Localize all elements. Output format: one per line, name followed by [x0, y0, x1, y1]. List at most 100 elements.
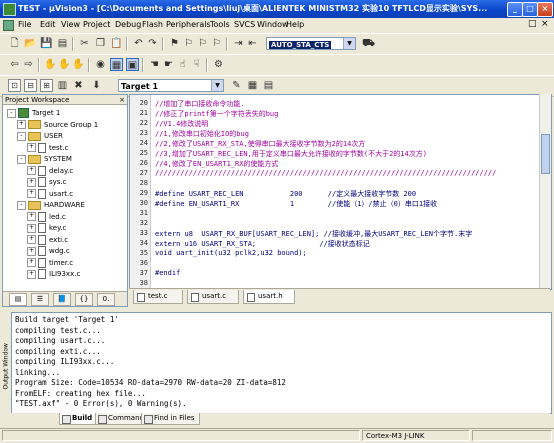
file-tab-usart-h[interactable]: usart.h — [243, 290, 295, 304]
chevron-down-icon[interactable]: ▼ — [211, 80, 223, 91]
code-editor[interactable]: 20 21 22 23 24 25 26 27 28 29 30 31 32 33 34 35 36 37 38 /… — [129, 94, 552, 290]
books-tab-icon[interactable]: 📘 — [53, 293, 71, 306]
save-icon[interactable]: 💾 — [40, 37, 53, 50]
minimize-button[interactable]: _ — [507, 2, 523, 17]
disable-breakpoint-icon[interactable]: ✋ — [72, 58, 85, 71]
chevron-down-icon[interactable]: ▼ — [343, 38, 355, 49]
expand-icon[interactable]: + — [27, 269, 36, 279]
menu-window[interactable]: Window — [257, 20, 289, 29]
tab-build[interactable]: Build — [59, 413, 98, 425]
enable-breakpoint-icon[interactable]: ✋ — [58, 58, 71, 71]
hand-icon[interactable]: ☛ — [162, 58, 175, 71]
tree-item-timer-c[interactable]: + timer.c — [27, 257, 73, 268]
tree-item-ili93xx-c[interactable]: + ILI93xx.c — [27, 269, 80, 279]
close-doc-icon[interactable]: × — [541, 19, 549, 29]
redo-icon[interactable]: ↷ — [146, 37, 159, 50]
bookmark-prev-icon[interactable]: ⚐ — [182, 37, 195, 50]
manage-components-icon[interactable]: ▦ — [246, 79, 259, 92]
build-icon[interactable]: ⊟ — [24, 79, 37, 92]
tree-item-delay-c[interactable]: + delay.c — [27, 165, 73, 176]
file-extensions-icon[interactable]: ▤ — [262, 79, 275, 92]
bookmark-clear-icon[interactable]: ⚐ — [210, 37, 223, 50]
expand-icon[interactable]: + — [27, 212, 36, 221]
expand-icon[interactable]: + — [17, 120, 26, 129]
find-combo[interactable]: AUTO_STA_CTS ▼ — [266, 37, 356, 50]
tree-item-target-1[interactable]: - Target 1 — [7, 108, 60, 118]
configure-icon[interactable]: ⚙ — [212, 58, 225, 71]
debug-session-icon[interactable]: ◉ — [94, 58, 107, 71]
expand-icon[interactable]: + — [27, 177, 36, 187]
close-button[interactable]: × — [537, 2, 553, 17]
menu-flash[interactable]: Flash — [142, 20, 163, 29]
target-options-icon[interactable]: ✎ — [230, 79, 243, 92]
menu-file[interactable]: File — [18, 20, 31, 29]
rebuild-icon[interactable]: ⊞ — [40, 79, 53, 92]
arrow-left-icon[interactable]: ⇦ — [8, 58, 21, 71]
tree-item-usart-c[interactable]: + usart.c — [27, 188, 73, 199]
tree-item-source-group-1[interactable]: + Source Group 1 — [17, 120, 98, 130]
tree-item-system[interactable]: - SYSTEM — [17, 154, 72, 164]
expand-icon[interactable]: + — [27, 189, 36, 198]
hand-icon[interactable]: ☚ — [148, 58, 161, 71]
close-icon[interactable]: × — [119, 95, 125, 105]
open-folder-icon[interactable]: 📂 — [24, 37, 37, 50]
tree-item-key-c[interactable]: + key.c — [27, 223, 66, 233]
stop-build-icon[interactable]: ✖ — [72, 79, 85, 92]
hand-icon[interactable]: ☝ — [176, 58, 189, 71]
hand-icon[interactable]: ☟ — [190, 58, 203, 71]
translate-icon[interactable]: ⊡ — [8, 79, 21, 92]
tree-item-sys-c[interactable]: + sys.c — [27, 177, 67, 187]
expand-icon[interactable]: + — [27, 143, 36, 152]
new-file-icon[interactable]: 🗋 — [8, 37, 21, 50]
arrow-right-icon[interactable]: ⇨ — [22, 58, 35, 71]
debug-window-icon[interactable]: ▦ — [110, 58, 123, 71]
paste-icon[interactable]: 📋 — [110, 37, 123, 50]
file-tab-usart-c[interactable]: usart.c — [187, 290, 239, 304]
tree-item-wdg-c[interactable]: + wdg.c — [27, 246, 70, 256]
tree-item-led-c[interactable]: + led.c — [27, 211, 66, 222]
tree-item-hardware[interactable]: - HARDWARE — [17, 200, 85, 210]
tree-item-user[interactable]: - USER — [17, 131, 63, 141]
menu-debug[interactable]: Debug — [115, 20, 141, 29]
tab-find-in-files[interactable]: Find in Files — [141, 413, 200, 425]
menu-project[interactable]: Project — [83, 20, 110, 29]
expand-icon[interactable]: + — [27, 258, 36, 267]
expand-icon[interactable]: + — [27, 235, 36, 244]
templates-tab-icon[interactable]: 0. — [97, 293, 115, 306]
collapse-icon[interactable]: - — [17, 200, 26, 210]
editor-scrollbar[interactable] — [539, 94, 551, 288]
target-select[interactable]: Target 1 ▼ — [118, 79, 224, 92]
expand-icon[interactable]: + — [27, 246, 36, 256]
menu-help[interactable]: Help — [286, 20, 304, 29]
insert-breakpoint-icon[interactable]: ✋ — [44, 58, 57, 71]
copy-icon[interactable]: ❐ — [94, 37, 107, 50]
indent-icon[interactable]: ⇥ — [232, 37, 245, 50]
menu-svcs[interactable]: SVCS — [234, 20, 255, 29]
find-binoculars-icon[interactable]: ⛟ — [362, 37, 375, 50]
tree-item-exti-c[interactable]: + exti.c — [27, 234, 68, 245]
collapse-icon[interactable]: - — [17, 154, 26, 164]
tree-item-test-c[interactable]: + test.c — [27, 142, 69, 153]
undo-icon[interactable]: ↶ — [132, 37, 145, 50]
file-tab-test-c[interactable]: test.c — [133, 290, 183, 304]
regs-tab-icon[interactable]: ☰ — [31, 293, 49, 306]
files-tab-icon[interactable]: ▤ — [9, 293, 27, 306]
bookmark-next-icon[interactable]: ⚐ — [196, 37, 209, 50]
menu-view[interactable]: View — [61, 20, 80, 29]
menu-peripherals[interactable]: Peripherals — [166, 20, 211, 29]
bookmark-icon[interactable]: ⚑ — [168, 37, 181, 50]
project-window-icon[interactable]: ▣ — [126, 58, 139, 71]
restore-icon[interactable]: □ — [528, 19, 537, 29]
batch-build-icon[interactable]: ▥ — [56, 79, 69, 92]
save-all-icon[interactable]: ▤ — [56, 37, 69, 50]
download-icon[interactable]: ⬇ — [90, 79, 103, 92]
maximize-button[interactable]: □ — [522, 2, 538, 17]
build-output[interactable]: Build target 'Target 1' compiling test.c.… — [11, 312, 552, 414]
collapse-icon[interactable]: - — [7, 108, 16, 118]
collapse-icon[interactable]: - — [17, 131, 26, 141]
menu-edit[interactable]: Edit — [40, 20, 56, 29]
expand-icon[interactable]: + — [27, 166, 36, 175]
functions-tab-icon[interactable]: {} — [75, 293, 93, 306]
scrollbar-thumb[interactable] — [541, 134, 550, 174]
menu-tools[interactable]: Tools — [210, 20, 230, 29]
